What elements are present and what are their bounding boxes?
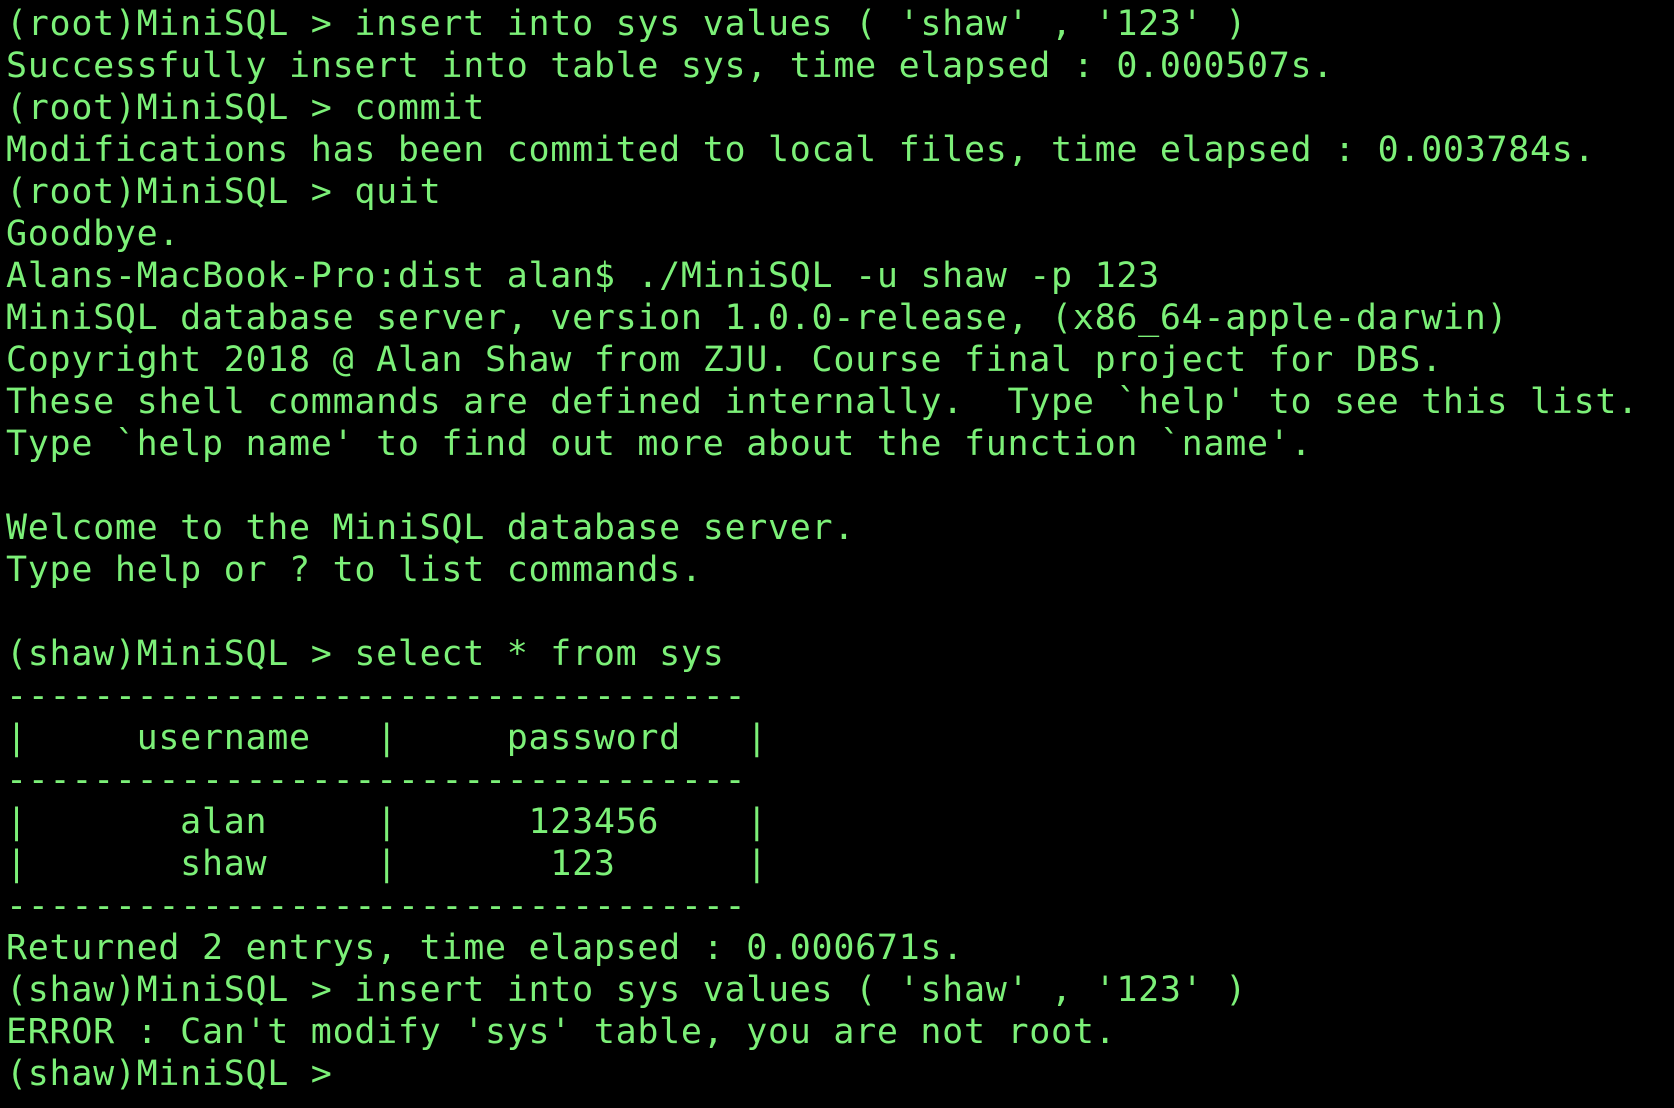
terminal-line: Type help or ? to list commands. — [6, 550, 703, 590]
terminal-line: Successfully insert into table sys, time… — [6, 46, 1335, 86]
terminal-line: Alans-MacBook-Pro:dist alan$ ./MiniSQL -… — [6, 256, 1160, 296]
terminal-line: Modifications has been commited to local… — [6, 130, 1596, 170]
table-header-row: | username | password | — [6, 718, 769, 758]
error-line: ERROR : Can't modify 'sys' table, you ar… — [6, 1012, 1117, 1052]
terminal-line: MiniSQL database server, version 1.0.0-r… — [6, 298, 1509, 338]
command-prompt: (shaw)MiniSQL > — [6, 1054, 355, 1094]
terminal-line: Returned 2 entrys, time elapsed : 0.0006… — [6, 928, 964, 968]
terminal-line: (root)MiniSQL > commit — [6, 88, 485, 128]
table-border: ---------------------------------- — [6, 886, 747, 926]
command-prompt-line[interactable]: (shaw)MiniSQL > — [6, 1053, 1674, 1095]
terminal-line: Goodbye. — [6, 214, 181, 254]
terminal-line: (shaw)MiniSQL > select * from sys — [6, 634, 725, 674]
terminal-line: Type `help name' to find out more about … — [6, 424, 1313, 464]
terminal-line: Copyright 2018 @ Alan Shaw from ZJU. Cou… — [6, 340, 1443, 380]
terminal-line: (shaw)MiniSQL > insert into sys values (… — [6, 970, 1247, 1010]
terminal-line: Welcome to the MiniSQL database server. — [6, 508, 856, 548]
terminal-line: (root)MiniSQL > insert into sys values (… — [6, 4, 1247, 44]
terminal-line: These shell commands are defined interna… — [6, 382, 1639, 422]
table-border: ---------------------------------- — [6, 760, 747, 800]
terminal-window[interactable]: (root)MiniSQL > insert into sys values (… — [0, 0, 1674, 1108]
table-row: | shaw | 123 | — [6, 844, 769, 884]
table-border: ---------------------------------- — [6, 676, 747, 716]
table-row: | alan | 123456 | — [6, 802, 769, 842]
terminal-line: (root)MiniSQL > quit — [6, 172, 442, 212]
